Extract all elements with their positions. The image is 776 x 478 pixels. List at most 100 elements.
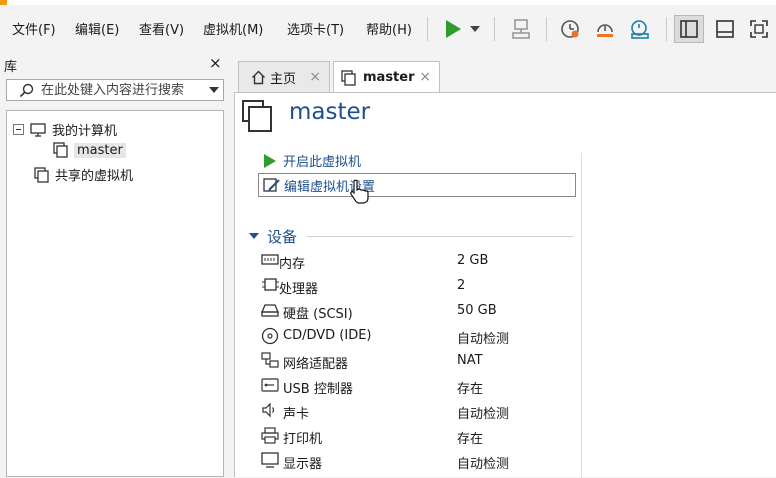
device-row[interactable]: 打印机 存在 xyxy=(261,425,581,447)
power-dropdown-button[interactable] xyxy=(467,15,483,43)
devices-section-header[interactable]: 设备 xyxy=(249,226,297,247)
printer-icon xyxy=(261,427,279,444)
section-divider xyxy=(307,236,573,237)
snapshot-manager-icon xyxy=(631,20,649,39)
library-panel: 库 × 我的计算机 master xyxy=(0,50,228,477)
device-value: NAT xyxy=(457,353,483,368)
toolbar-separator xyxy=(427,17,428,41)
cd-dvd-icon xyxy=(261,327,279,345)
edit-vm-settings-link[interactable]: 编辑虚拟机设置 xyxy=(258,173,576,197)
tab-bar: 主页 × master × xyxy=(233,55,776,93)
library-close-button[interactable]: × xyxy=(209,54,222,72)
menu-tabs[interactable]: 选项卡(T) xyxy=(287,19,344,38)
toolbar-separator xyxy=(666,17,667,41)
device-row[interactable]: 内存 2 GB xyxy=(261,250,581,272)
library-view-icon xyxy=(680,20,698,38)
expand-arrow-icon[interactable] xyxy=(249,233,259,240)
tree-item-shared-vms[interactable]: 共享的虚拟机 xyxy=(34,165,133,184)
sound-card-icon xyxy=(262,402,275,418)
start-vm-label: 开启此虚拟机 xyxy=(283,155,362,170)
device-name: 内存 xyxy=(279,257,306,272)
device-name: USB 控制器 xyxy=(283,382,353,397)
search-icon xyxy=(19,83,34,98)
start-vm-link[interactable]: 开启此虚拟机 xyxy=(263,151,361,170)
fullscreen-icon xyxy=(750,20,768,38)
display-icon xyxy=(261,452,279,468)
tree-label: 共享的虚拟机 xyxy=(55,169,134,184)
cpu-icon xyxy=(262,278,279,291)
search-input[interactable] xyxy=(41,82,197,98)
tree-item-my-computer[interactable]: 我的计算机 xyxy=(13,120,117,139)
menu-edit[interactable]: 编辑(E) xyxy=(75,19,119,38)
tree-label: master xyxy=(74,142,126,158)
send-ctrl-alt-del-icon xyxy=(512,19,530,39)
chevron-down-icon[interactable] xyxy=(209,87,219,94)
fullscreen-button[interactable] xyxy=(745,15,773,43)
thumbnail-view-button[interactable] xyxy=(711,15,739,43)
collapse-icon[interactable] xyxy=(13,124,24,135)
computer-icon xyxy=(30,122,46,137)
library-tree: 我的计算机 master 共享的虚拟机 xyxy=(6,110,224,477)
take-snapshot-button[interactable] xyxy=(556,15,584,43)
page-title: master xyxy=(289,99,371,125)
device-name: 硬盘 (SCSI) xyxy=(283,307,353,322)
library-title: 库 xyxy=(4,60,18,75)
mouse-cursor-icon xyxy=(350,179,369,204)
snapshot-revert-icon xyxy=(597,24,613,37)
device-value: 存在 xyxy=(457,432,484,447)
menu-toolbar: 文件(F) 编辑(E) 查看(V) 虚拟机(M) 选项卡(T) 帮助(H) xyxy=(0,5,776,49)
device-row[interactable]: 显示器 自动检测 xyxy=(261,450,581,472)
tab-home[interactable]: 主页 × xyxy=(238,61,330,93)
send-ctrl-alt-del-button[interactable] xyxy=(507,15,535,43)
network-adapter-icon xyxy=(261,352,279,368)
toolbar-separator xyxy=(494,17,495,41)
power-on-button[interactable] xyxy=(440,15,466,43)
device-row[interactable]: USB 控制器 存在 xyxy=(261,375,581,397)
shared-vm-icon xyxy=(34,166,49,183)
edit-settings-icon xyxy=(263,178,280,192)
memory-icon xyxy=(261,254,279,265)
tab-close-icon[interactable]: × xyxy=(419,69,431,85)
device-value: 2 xyxy=(457,278,466,293)
tab-label: master xyxy=(363,70,415,85)
device-row[interactable]: CD/DVD (IDE) 自动检测 xyxy=(261,325,581,347)
device-row[interactable]: 硬盘 (SCSI) 50 GB xyxy=(261,300,581,322)
library-view-button[interactable] xyxy=(674,15,704,43)
device-value: 存在 xyxy=(457,382,484,397)
device-name: 声卡 xyxy=(283,407,310,422)
device-row[interactable]: 处理器 2 xyxy=(261,275,581,297)
tab-master[interactable]: master × xyxy=(333,61,440,93)
device-name: CD/DVD (IDE) xyxy=(283,328,372,343)
device-name: 处理器 xyxy=(279,282,319,297)
menu-vm[interactable]: 虚拟机(M) xyxy=(203,19,263,38)
tree-item-master[interactable]: master xyxy=(53,142,126,158)
vm-icon xyxy=(53,142,68,158)
menu-file[interactable]: 文件(F) xyxy=(12,19,56,38)
device-name: 显示器 xyxy=(283,457,323,472)
dropdown-arrow-icon xyxy=(470,26,480,32)
device-value: 2 GB xyxy=(457,253,489,268)
device-row[interactable]: 网络适配器 NAT xyxy=(261,350,581,372)
device-name: 网络适配器 xyxy=(283,357,349,372)
menu-view[interactable]: 查看(V) xyxy=(139,19,184,38)
vm-summary-page: master 开启此虚拟机 编辑虚拟机设置 设备 内存 2 GB 处理器 2 硬… xyxy=(234,92,776,478)
revert-snapshot-button[interactable] xyxy=(591,15,619,43)
toolbar-separator xyxy=(546,17,547,41)
tab-close-icon[interactable]: × xyxy=(309,69,321,85)
snapshot-take-icon xyxy=(561,20,579,38)
snapshot-manager-button[interactable] xyxy=(626,15,654,43)
vm-icon xyxy=(341,69,356,86)
library-search-box xyxy=(6,79,224,101)
device-value: 自动检测 xyxy=(457,332,510,347)
device-value: 50 GB xyxy=(457,303,497,318)
home-icon xyxy=(252,70,265,85)
device-value: 自动检测 xyxy=(457,407,510,422)
device-name: 打印机 xyxy=(283,432,323,447)
devices-title: 设备 xyxy=(267,228,298,246)
usb-icon xyxy=(261,378,279,392)
device-row[interactable]: 声卡 自动检测 xyxy=(261,400,581,422)
tree-label: 我的计算机 xyxy=(52,124,118,139)
panel-divider xyxy=(581,153,582,478)
menu-help[interactable]: 帮助(H) xyxy=(366,19,412,38)
hard-disk-icon xyxy=(261,304,279,317)
